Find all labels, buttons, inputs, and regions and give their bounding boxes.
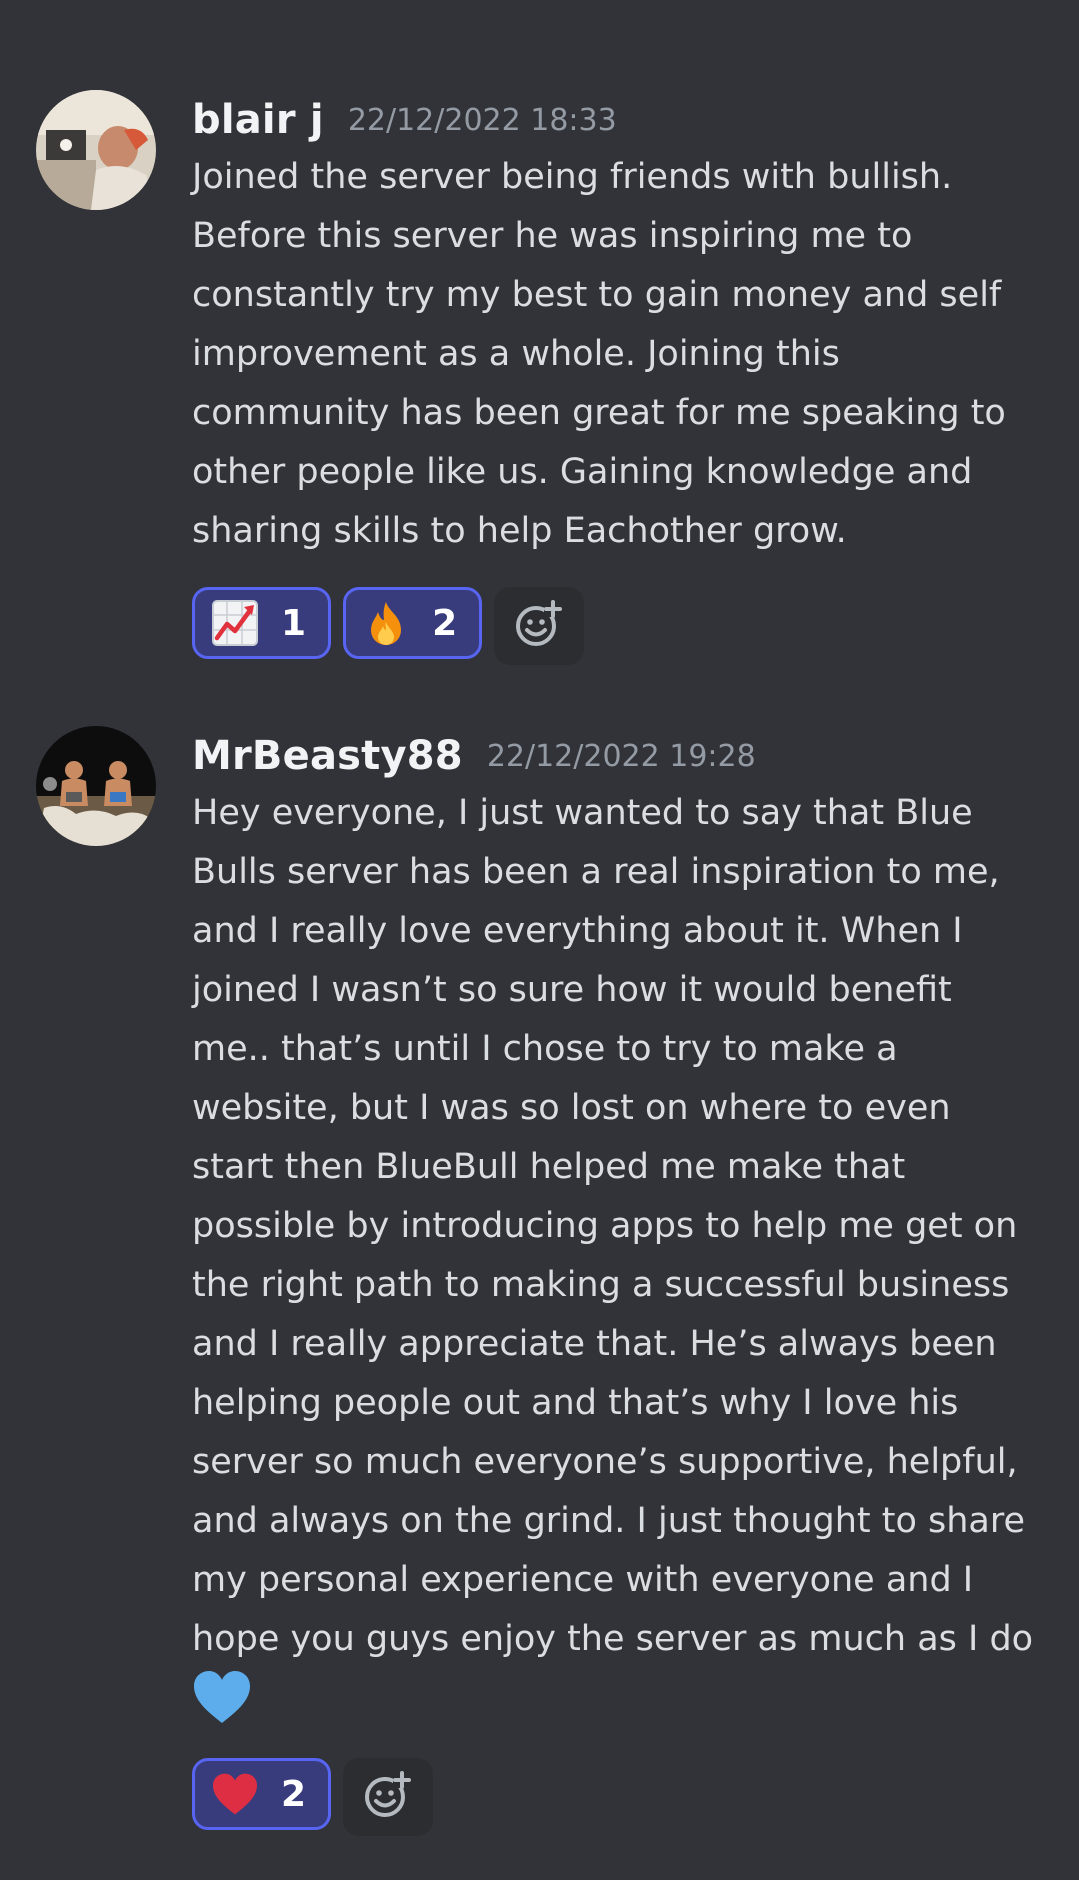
reaction-chart-increasing[interactable]: 1 xyxy=(192,587,332,659)
message-text-line: hope you guys enjoy the server as much a… xyxy=(192,1619,1034,1659)
reaction-count: 2 xyxy=(432,602,458,644)
message-text-line: server so much everyone’s supportive, he… xyxy=(192,1442,1018,1482)
reaction-count: 1 xyxy=(281,602,307,644)
message-header: blair j 22/12/2022 18:33 xyxy=(192,90,617,150)
reaction-bar: 2 xyxy=(192,1758,434,1836)
message-text-line: and I really appreciate that. He’s alway… xyxy=(192,1324,997,1364)
message-content: Hey everyone, I just wanted to say that … xyxy=(192,784,1052,1728)
message-text-line: and I really love everything about it. W… xyxy=(192,911,963,951)
trailing-emoji-line xyxy=(192,1669,1052,1728)
user-avatar[interactable] xyxy=(36,90,156,210)
username[interactable]: blair j xyxy=(192,97,324,143)
reaction-count: 2 xyxy=(281,1773,307,1815)
add-reaction-button[interactable] xyxy=(343,1758,434,1836)
message-text-line: constantly try my best to gain money and… xyxy=(192,275,1002,315)
message-text-line: and always on the grind. I just thought … xyxy=(192,1501,1026,1541)
add-emoji-icon xyxy=(514,599,564,653)
message-text-line: start then BlueBull helped me make that xyxy=(192,1147,906,1187)
reaction-bar: 1 2 xyxy=(192,587,585,665)
message-text-line: me.. that’s until I chose to try to make… xyxy=(192,1029,898,1069)
blue-heart-icon xyxy=(192,1669,252,1725)
fire-icon xyxy=(362,599,410,647)
reaction-red-heart[interactable]: 2 xyxy=(192,1758,332,1830)
red-heart-icon xyxy=(211,1770,259,1818)
message-text-line: Before this server he was inspiring me t… xyxy=(192,216,913,256)
add-emoji-icon xyxy=(363,1770,413,1824)
message-text-line: website, but I was so lost on where to e… xyxy=(192,1088,951,1128)
message-text-line: possible by introducing apps to help me … xyxy=(192,1206,1018,1246)
add-reaction-button[interactable] xyxy=(494,587,585,665)
username[interactable]: MrBeasty88 xyxy=(192,733,463,779)
message-text-line: community has been great for me speaking… xyxy=(192,393,1006,433)
message-text-line: sharing skills to help Eachother grow. xyxy=(192,511,847,551)
message-text-line: improvement as a whole. Joining this xyxy=(192,334,840,374)
timestamp: 22/12/2022 18:33 xyxy=(347,102,617,138)
message-content: Joined the server being friends with bul… xyxy=(192,148,1052,561)
reaction-fire[interactable]: 2 xyxy=(343,587,483,659)
message-text-line: my personal experience with everyone and… xyxy=(192,1560,974,1600)
message-text-line: the right path to making a successful bu… xyxy=(192,1265,1010,1305)
message-text-line: joined I wasn’t so sure how it would ben… xyxy=(192,970,952,1010)
message-text-line: Joined the server being friends with bul… xyxy=(192,157,953,197)
user-avatar[interactable] xyxy=(36,726,156,846)
message-text-line: Hey everyone, I just wanted to say that … xyxy=(192,793,973,833)
message-text-line: other people like us. Gaining knowledge … xyxy=(192,452,973,492)
chart-increasing-icon xyxy=(211,599,259,647)
timestamp: 22/12/2022 19:28 xyxy=(486,738,756,774)
message-text-line: helping people out and that’s why I love… xyxy=(192,1383,959,1423)
message-header: MrBeasty88 22/12/2022 19:28 xyxy=(192,726,756,786)
message-text-line: Bulls server has been a real inspiration… xyxy=(192,852,1000,892)
